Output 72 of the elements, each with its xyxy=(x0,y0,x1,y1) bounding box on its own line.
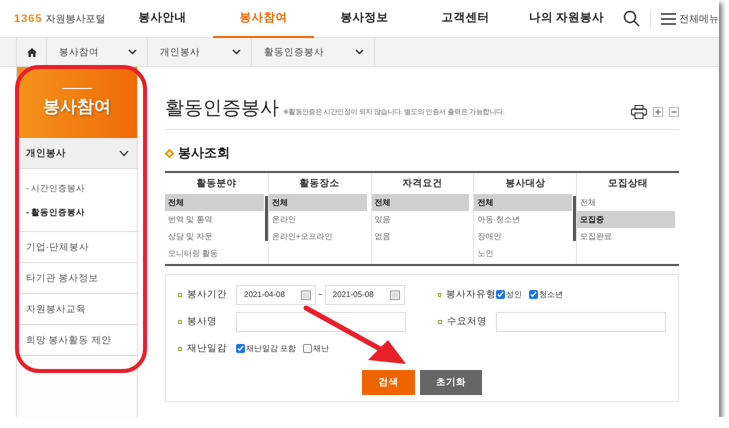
scrollbar-thumb[interactable] xyxy=(264,196,268,241)
chevron-down-icon xyxy=(232,49,241,55)
menu-tab[interactable]: 봉사정보 xyxy=(314,0,415,38)
checkbox-label: 청소년 xyxy=(539,289,563,300)
filter-option[interactable]: 모집완료 xyxy=(577,228,675,245)
checkbox-label: 재난일감 포함 xyxy=(246,343,296,354)
filter-option[interactable]: 모니터링 활동 xyxy=(165,245,264,262)
filter-heading: 모집상태 xyxy=(607,177,650,191)
filter-option[interactable]: 모집중 xyxy=(577,211,675,228)
filter-heading: 자격요건 xyxy=(401,177,444,191)
reset-button[interactable]: 초기화 xyxy=(420,370,482,395)
filter-option[interactable]: 전체 xyxy=(577,194,675,211)
filter-option[interactable]: 상담 및 자문 xyxy=(165,228,264,245)
sidebar-subitem[interactable]: - 시간인증봉사 xyxy=(26,177,137,201)
field-label: 봉사기간 xyxy=(178,288,236,301)
filter-heading: 봉사대상 xyxy=(504,177,546,191)
field-label: 봉사자유형 xyxy=(438,288,496,301)
filter-heading: 활동분야 xyxy=(195,177,238,191)
zoom-in-icon[interactable] xyxy=(653,107,663,117)
input-field[interactable] xyxy=(496,312,666,332)
breadcrumb-dropdown[interactable]: 봉사참여 xyxy=(47,38,148,66)
checkbox[interactable] xyxy=(236,344,245,353)
field-label: 수요처명 xyxy=(438,315,496,328)
menu-tab[interactable]: 고객센터 xyxy=(415,0,516,38)
menu-tab[interactable]: 봉사안내 xyxy=(112,0,213,38)
breadcrumb-dropdown[interactable]: 활동인증봉사 xyxy=(252,38,375,66)
filter-option[interactable]: 전체 xyxy=(268,194,367,211)
filter-option[interactable]: 노인 xyxy=(474,245,572,262)
sidebar-group[interactable]: 개인봉사 xyxy=(17,138,137,169)
site-logo[interactable]: 1365 자원봉사포털 xyxy=(14,12,112,26)
filter-option[interactable]: 없음 xyxy=(372,228,470,245)
input-field[interactable] xyxy=(236,312,406,332)
home-button[interactable] xyxy=(16,38,47,66)
checkbox-label: 재난 xyxy=(313,343,330,354)
chevron-down-icon xyxy=(119,150,129,156)
filter-option[interactable]: 온라인+오프라인 xyxy=(268,228,367,245)
all-menu-link[interactable]: 전체메뉴 xyxy=(661,12,719,26)
diamond-icon xyxy=(165,148,174,158)
date-field[interactable]: 2021-05-08 xyxy=(324,284,405,304)
filter-option[interactable]: 온라인 xyxy=(268,211,367,228)
section-title: 봉사조회 xyxy=(178,144,230,162)
print-icon[interactable] xyxy=(631,105,647,119)
range-separator: ~ xyxy=(318,290,323,299)
checkbox-label: 성인 xyxy=(506,289,522,300)
checkbox[interactable] xyxy=(529,290,538,299)
sidebar-subitem[interactable]: - 활동인증봉사 xyxy=(26,201,137,225)
filter-option[interactable]: 아동·청소년 xyxy=(474,211,572,228)
field-label: 봉사명 xyxy=(178,315,236,328)
breadcrumb-dropdown[interactable]: 개인봉사 xyxy=(148,38,252,66)
search-icon[interactable] xyxy=(623,10,640,27)
calendar-icon[interactable] xyxy=(390,290,400,300)
menu-icon xyxy=(661,12,676,24)
calendar-icon[interactable] xyxy=(301,290,311,300)
sidebar-title: 봉사참여 xyxy=(43,96,111,118)
filter-option[interactable]: 번역 및 통역 xyxy=(165,211,264,228)
filter-option[interactable]: 전체 xyxy=(372,194,470,211)
checkbox[interactable] xyxy=(496,290,505,299)
chevron-down-icon xyxy=(128,49,137,55)
checkbox[interactable] xyxy=(303,344,312,353)
filter-option[interactable]: 전체 xyxy=(474,194,572,211)
filter-option[interactable]: 전체 xyxy=(165,194,264,211)
filter-heading: 활동장소 xyxy=(298,177,341,191)
field-label: 재난일감 xyxy=(178,342,236,355)
chevron-down-icon xyxy=(355,49,364,55)
zoom-out-icon[interactable] xyxy=(669,107,679,117)
menu-tab[interactable]: 나의 자원봉사 xyxy=(516,0,617,38)
scrollbar-thumb[interactable] xyxy=(573,196,576,241)
filter-option[interactable]: 장애인 xyxy=(474,228,572,245)
date-field[interactable]: 2021-04-08 xyxy=(236,284,316,304)
home-icon xyxy=(26,48,36,56)
page-title: 활동인증봉사 xyxy=(165,97,279,121)
filter-option[interactable]: 있음 xyxy=(372,211,470,228)
